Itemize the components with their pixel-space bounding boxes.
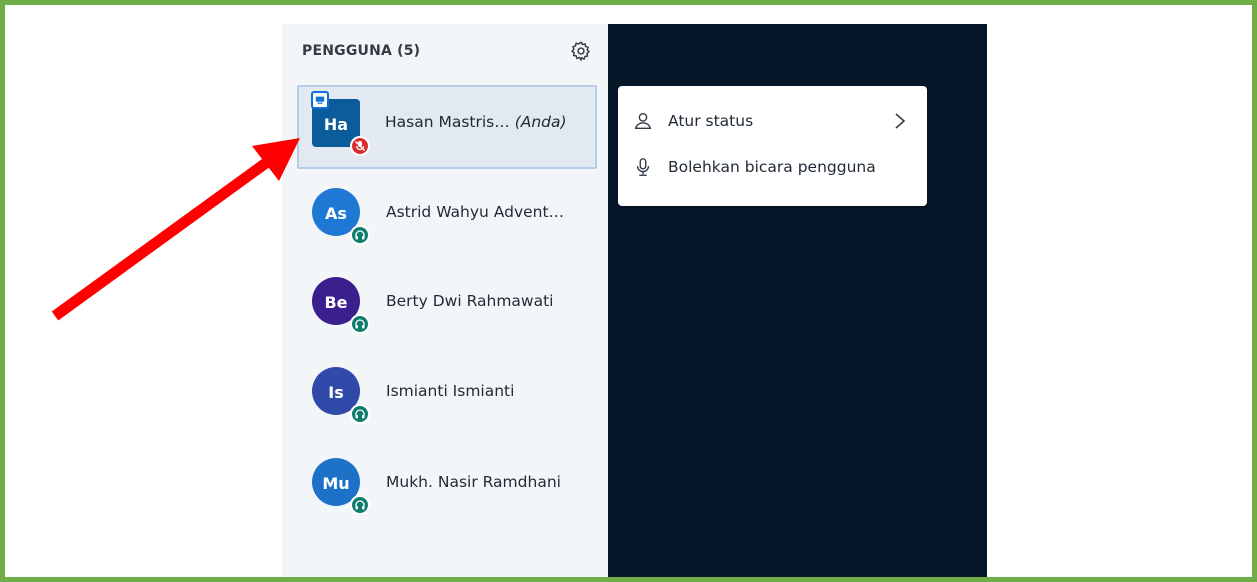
red-arrow-annotation: [51, 138, 300, 321]
